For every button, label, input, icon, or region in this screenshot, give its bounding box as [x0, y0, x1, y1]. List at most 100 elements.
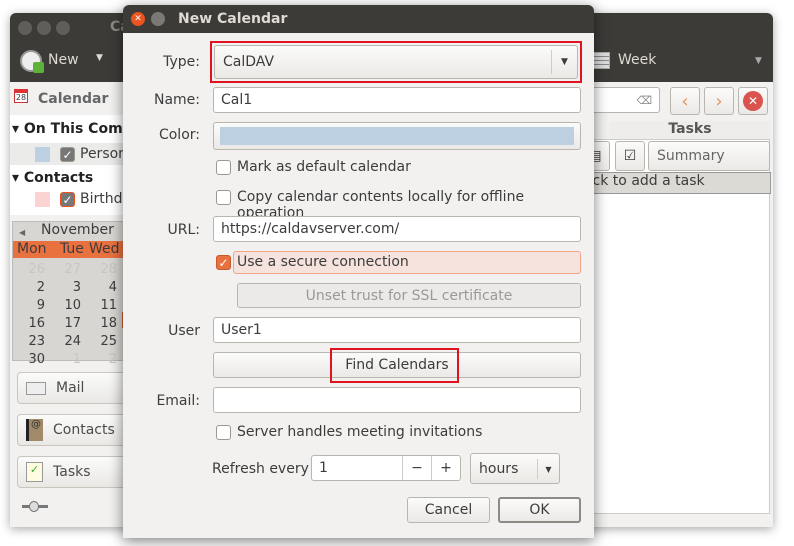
increment-button[interactable]: +	[431, 456, 460, 480]
day[interactable]: 24	[49, 332, 85, 350]
refresh-value[interactable]: 1	[312, 460, 402, 476]
cancel-button[interactable]: Cancel	[407, 497, 490, 523]
day[interactable]: 28	[85, 260, 121, 278]
close-icon: ✕	[134, 14, 142, 24]
new-button[interactable]: New	[48, 52, 79, 68]
day[interactable]: 30	[19, 350, 49, 368]
dialog-maximize-button[interactable]	[151, 12, 165, 26]
close-window-button[interactable]	[18, 21, 32, 35]
refresh-label: Refresh every	[212, 461, 309, 477]
find-calendars-highlight	[330, 348, 459, 383]
add-task-input[interactable]: Click to add a task	[570, 172, 771, 194]
chevron-down-icon: ▼	[551, 50, 577, 74]
day[interactable]: 2	[19, 278, 49, 296]
calendar-list: ▾ On This Computer ✓ Personal ▾ Contacts…	[10, 115, 166, 215]
mail-button[interactable]: Mail	[17, 372, 137, 404]
minimize-window-button[interactable]	[37, 21, 51, 35]
day-header-tue: Tue	[60, 241, 84, 257]
tasks-button[interactable]: ✓ Tasks	[17, 456, 137, 488]
refresh-unit-value: hours	[479, 460, 519, 477]
day[interactable]: 27	[49, 260, 85, 278]
day[interactable]: 9	[19, 296, 49, 314]
name-label: Name:	[153, 92, 200, 108]
contacts-label: Contacts	[53, 422, 115, 438]
calendar-icon: 28	[14, 89, 28, 103]
view-dropdown-arrow-icon[interactable]: ▼	[755, 56, 762, 66]
dialog-titlebar: ✕ New Calendar	[123, 5, 594, 33]
birthdays-checkbox[interactable]: ✓	[60, 192, 75, 207]
summary-column-header[interactable]: Summary	[648, 141, 770, 171]
previous-month-icon[interactable]: ◀	[19, 228, 25, 237]
chevron-down-icon: ▼	[537, 459, 559, 479]
day[interactable]: 4	[85, 278, 121, 296]
contacts-button[interactable]: @ Contacts	[17, 414, 137, 446]
decrement-button[interactable]: −	[402, 456, 431, 480]
url-label: URL:	[167, 222, 201, 238]
close-pane-button[interactable]: ✕	[738, 87, 768, 115]
day[interactable]: 18	[85, 314, 121, 332]
url-input[interactable]: https://caldavserver.com/	[213, 216, 581, 242]
day[interactable]: 16	[19, 314, 49, 332]
group-contacts[interactable]: ▾ Contacts	[12, 170, 93, 186]
mail-label: Mail	[56, 380, 85, 396]
day[interactable]: 23	[19, 332, 49, 350]
user-label: User	[168, 323, 200, 339]
day[interactable]: 25	[85, 332, 121, 350]
new-dropdown-arrow-icon[interactable]: ▼	[96, 53, 103, 63]
week-view-icon	[593, 52, 610, 69]
calendar-color-swatch	[35, 147, 50, 162]
default-calendar-label: Mark as default calendar	[237, 159, 411, 175]
secure-connection-checkbox[interactable]: ✓	[216, 255, 231, 270]
mail-icon	[26, 381, 46, 395]
day[interactable]: 11	[85, 296, 121, 314]
refresh-spinner[interactable]: 1 − +	[311, 455, 461, 481]
email-label: Email:	[156, 393, 200, 409]
tasks-header: Tasks	[610, 121, 770, 139]
next-button[interactable]: ›	[704, 87, 734, 115]
calendar-pane-title: Calendar	[38, 91, 109, 107]
month-label: November	[41, 222, 114, 238]
offline-checkbox[interactable]	[216, 190, 231, 205]
plus-icon	[33, 62, 44, 73]
default-calendar-checkbox[interactable]	[216, 160, 231, 175]
day-header-mon: Mon	[17, 241, 47, 257]
server-invitations-checkbox[interactable]	[216, 425, 231, 440]
clear-search-icon[interactable]: ⌫	[636, 94, 652, 107]
new-calendar-dialog: ✕ New Calendar Type: CalDAV ▼ Name: Cal1 …	[123, 5, 594, 538]
secure-connection-label: Use a secure connection	[233, 251, 581, 274]
type-select[interactable]: CalDAV ▼	[214, 45, 578, 79]
email-input[interactable]	[213, 387, 581, 413]
ok-button[interactable]: OK	[498, 497, 581, 523]
day[interactable]: 10	[49, 296, 85, 314]
dialog-close-button[interactable]: ✕	[131, 12, 145, 26]
previous-button[interactable]: ‹	[670, 87, 700, 115]
day[interactable]: 1	[49, 350, 85, 368]
calendar-color-swatch	[35, 192, 50, 207]
unset-ssl-trust-button[interactable]: Unset trust for SSL certificate	[237, 283, 581, 308]
completed-column-checkbox-icon[interactable]: ☑	[615, 141, 645, 171]
chevron-left-icon: ‹	[681, 90, 689, 112]
type-label: Type:	[163, 54, 200, 70]
refresh-unit-select[interactable]: hours ▼	[470, 453, 560, 484]
type-value: CalDAV	[223, 54, 275, 70]
maximize-window-button[interactable]	[56, 21, 70, 35]
day[interactable]: 26	[19, 260, 49, 278]
day[interactable]: 17	[49, 314, 85, 332]
chevron-right-icon: ›	[715, 90, 723, 112]
color-label: Color:	[158, 127, 200, 143]
day-header-wed: Wed	[89, 241, 120, 257]
mini-calendar: ◀ November Mon Tue Wed 26 27 28 234 9 10 11 …	[12, 221, 133, 367]
server-invitations-label: Server handles meeting invitations	[237, 424, 483, 440]
day[interactable]: 2	[85, 350, 121, 368]
user-input[interactable]: User1	[213, 317, 581, 343]
week-view-button[interactable]: Week	[618, 52, 656, 68]
day[interactable]: 3	[49, 278, 85, 296]
personal-checkbox[interactable]: ✓	[60, 147, 75, 162]
close-circle-icon: ✕	[743, 91, 763, 111]
color-picker-button[interactable]	[213, 122, 581, 150]
dialog-title: New Calendar	[178, 11, 288, 27]
color-swatch	[220, 127, 574, 145]
tasks-label: Tasks	[53, 464, 91, 480]
tasks-icon: ✓	[26, 462, 43, 482]
name-input[interactable]: Cal1	[213, 87, 581, 113]
